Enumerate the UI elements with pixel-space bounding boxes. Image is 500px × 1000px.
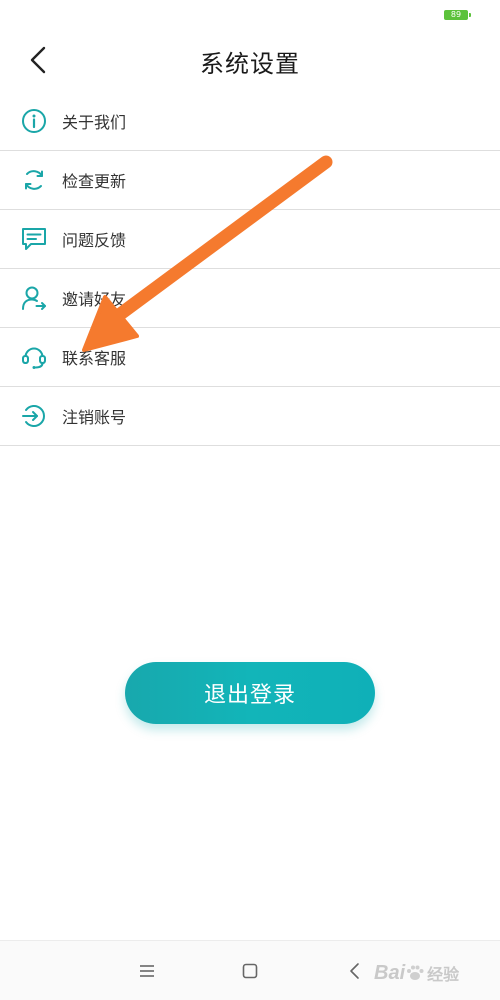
menu-item-delete-account[interactable]: 注销账号 (0, 387, 500, 446)
menu-item-label: 关于我们 (62, 113, 127, 132)
battery-level: 89 (450, 10, 462, 19)
battery-indicator: 89 (444, 10, 471, 20)
invite-user-icon (20, 284, 48, 312)
system-nav-bar: Bai 经验 (0, 940, 500, 1000)
header: 系统设置 (0, 28, 500, 92)
page-title: 系统设置 (200, 50, 300, 78)
home-square-icon (242, 963, 258, 979)
menu-item-about-us[interactable]: 关于我们 (0, 92, 500, 151)
menu-item-check-update[interactable]: 检查更新 (0, 151, 500, 210)
info-icon (20, 107, 48, 135)
feedback-icon (20, 225, 48, 253)
menu-item-feedback[interactable]: 问题反馈 (0, 210, 500, 269)
menu-item-label: 检查更新 (62, 172, 127, 191)
menu-item-label: 注销账号 (62, 408, 127, 427)
menu-item-invite-friends[interactable]: 邀请好友 (0, 269, 500, 328)
menu-item-contact-support[interactable]: 联系客服 (0, 328, 500, 387)
sign-out-icon (20, 402, 48, 430)
watermark: Bai 经验 (374, 953, 494, 993)
settings-menu: 关于我们 检查更新 问题反馈 邀请好友 联系客服 注销账号 (0, 92, 500, 446)
nav-back-button[interactable] (343, 959, 367, 983)
refresh-icon (20, 166, 48, 194)
back-icon (350, 963, 359, 979)
status-bar: 89 (0, 0, 500, 28)
paw-icon (407, 965, 424, 980)
settings-screen: 89 系统设置 关于我们 检查更新 问题反馈 邀请好友 联系客服 注销账号 退出… (0, 0, 500, 1000)
menu-item-label: 联系客服 (62, 349, 127, 368)
logout-button[interactable]: 退出登录 (125, 662, 375, 724)
headset-icon (20, 343, 48, 371)
nav-home-button[interactable] (238, 959, 262, 983)
watermark-brand: Bai (374, 961, 406, 984)
nav-menu-button[interactable] (135, 959, 159, 983)
menu-item-label: 邀请好友 (62, 290, 127, 309)
menu-item-label: 问题反馈 (62, 231, 127, 250)
watermark-suffix: 经验 (427, 965, 460, 984)
menu-icon (140, 965, 154, 977)
